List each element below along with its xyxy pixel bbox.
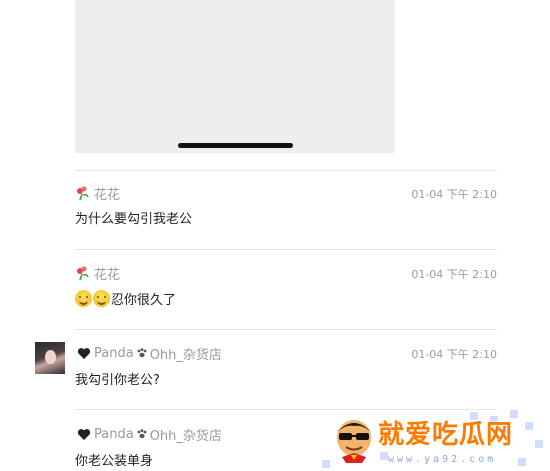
comment-author[interactable]: 花花 [75,184,121,203]
paw-icon [137,429,147,439]
smile-emoji-icon [75,290,92,307]
comment-text: 为什么要勾引我老公 [75,212,193,227]
black-heart-icon [77,428,91,440]
divider [75,249,497,250]
author-name: 花花 [94,187,121,203]
comment-text: 你老公装单身 [75,454,154,469]
comment-timestamp: 01-04 下午 2:10 [411,188,497,201]
author-name-part1: Panda [94,345,134,361]
author-name-part2: Ohh_杂货店 [149,428,222,444]
author-name: 花花 [94,267,121,283]
black-heart-icon [77,347,91,359]
site-watermark: 就爱吃瓜网 www.ya92.com [320,410,550,471]
author-name-part1: Panda [94,426,134,442]
watermark-title: 就爱吃瓜网 [378,420,514,450]
watermark-url: www.ya92.com [388,454,497,465]
comment-author[interactable]: Panda Ohh_杂货店 [75,425,222,444]
comment-author[interactable]: Panda Ohh_杂货店 [75,344,222,363]
comment-text-row: 忍你很久了 [75,289,176,308]
avatar[interactable] [35,342,65,374]
avatar-face [45,350,56,364]
divider [75,170,497,171]
smile-emoji-icon [93,290,110,307]
flower-icon [77,186,89,201]
comment-timestamp: 01-04 下午 2:10 [411,268,497,281]
divider [75,329,497,330]
mascot-logo-icon [337,420,371,463]
comment-text: 我勾引你老公? [75,373,160,388]
comment-author[interactable]: 花花 [75,264,121,283]
flower-icon [77,266,89,281]
paw-icon [137,348,147,358]
comment-text: 忍你很久了 [111,293,177,308]
author-name-part2: Ohh_杂货店 [149,347,222,363]
comment-timestamp: 01-04 下午 2:10 [411,348,497,361]
home-indicator-bar [178,143,293,148]
shared-image[interactable] [75,0,395,153]
